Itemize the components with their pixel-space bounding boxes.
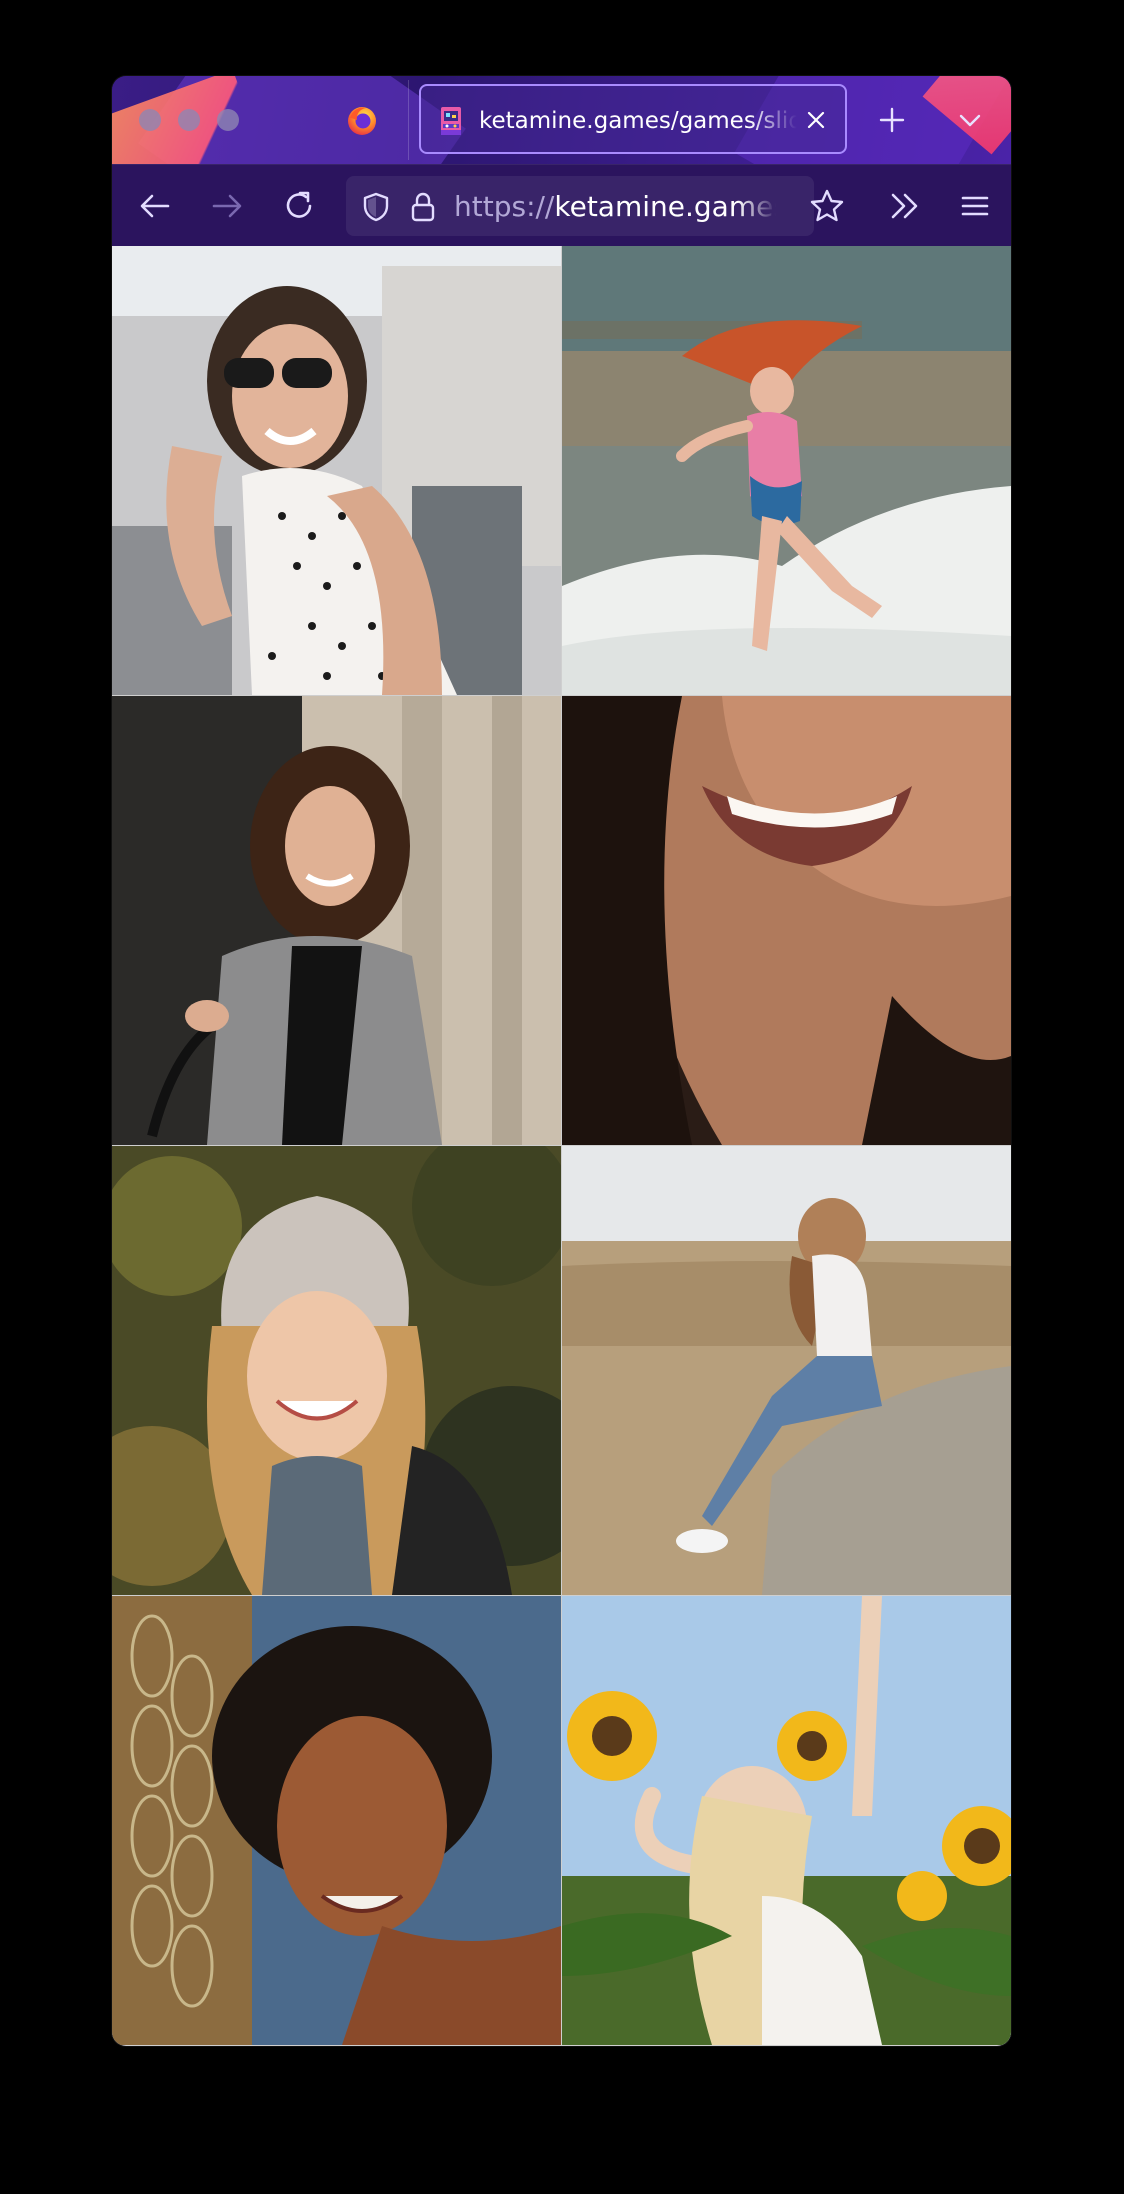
photo-sunglasses-woman[interactable]	[112, 246, 561, 695]
navigation-toolbar: https://ketamine.games/games/slideshow	[112, 164, 1011, 247]
star-icon[interactable]	[808, 187, 846, 225]
photo-sunflower-woman[interactable]	[562, 1596, 1011, 2045]
slideshow-photo-grid	[112, 246, 1011, 2046]
window-minimize-button[interactable]	[178, 109, 200, 131]
forward-arrow-icon[interactable]	[208, 187, 246, 225]
tab-strip: ketamine.games/games/slideshow	[112, 76, 1011, 164]
hamburger-menu-icon[interactable]	[958, 189, 992, 223]
lock-icon[interactable]	[408, 191, 438, 223]
reload-icon[interactable]	[280, 187, 318, 225]
photo-beach-girl[interactable]	[562, 246, 1011, 695]
photo-beanie-woman[interactable]	[112, 1146, 561, 1595]
tab-title: ketamine.games/games/slideshow	[479, 108, 797, 134]
plus-icon[interactable]	[876, 104, 908, 136]
address-bar[interactable]: https://ketamine.games/games/slideshow	[346, 176, 814, 236]
chevron-down-icon[interactable]	[956, 106, 984, 134]
back-arrow-icon[interactable]	[136, 187, 174, 225]
firefox-icon[interactable]	[346, 104, 378, 136]
window-close-button[interactable]	[139, 109, 161, 131]
close-icon[interactable]	[803, 107, 829, 133]
window-zoom-button[interactable]	[217, 109, 239, 131]
photo-smile-closeup[interactable]	[562, 696, 1011, 1145]
chevron-double-right-icon[interactable]	[886, 187, 924, 225]
photo-grey-coat-woman[interactable]	[112, 696, 561, 1145]
photo-field-woman[interactable]	[562, 1146, 1011, 1595]
active-tab[interactable]: ketamine.games/games/slideshow	[419, 84, 847, 154]
url-text[interactable]: https://ketamine.games/games/slideshow	[454, 190, 776, 224]
browser-window: ketamine.games/games/slideshow	[112, 76, 1011, 2046]
arcade-cabinet-icon	[441, 107, 461, 135]
tracking-protection-shield-icon[interactable]	[360, 191, 392, 223]
photo-curly-fence-woman[interactable]	[112, 1596, 561, 2045]
